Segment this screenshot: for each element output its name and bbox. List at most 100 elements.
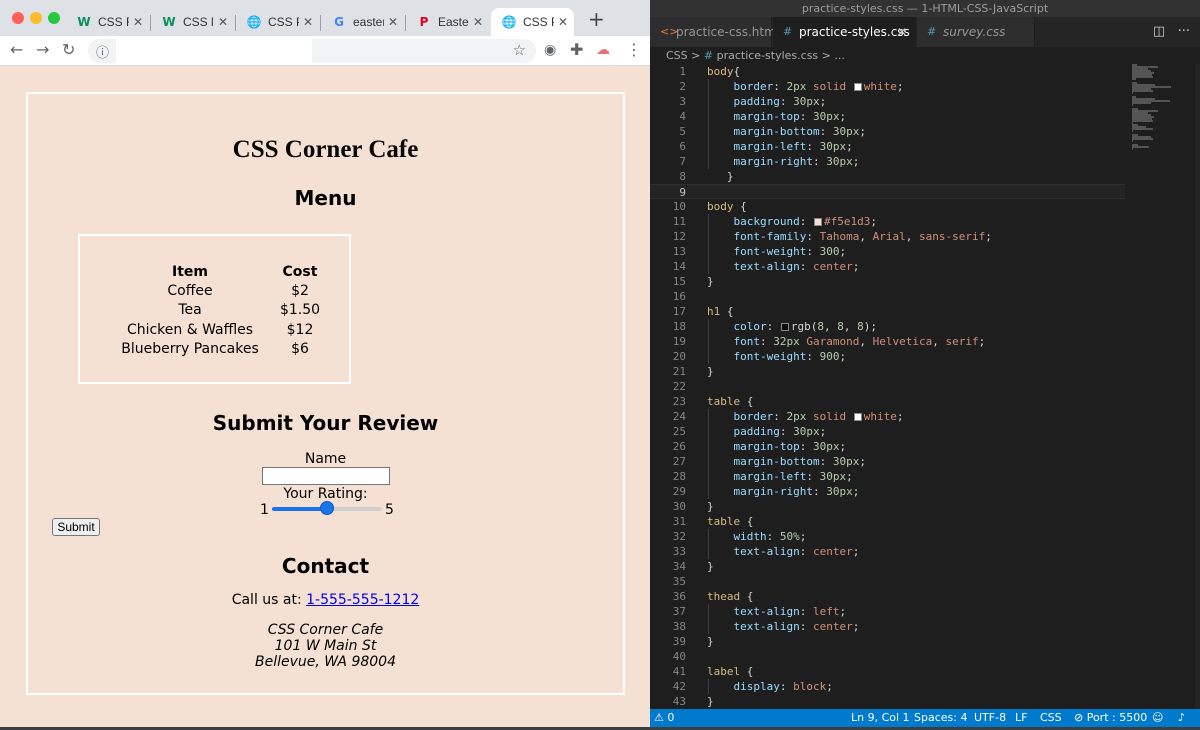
problems-indicator[interactable]: ⚠ 0 xyxy=(654,709,674,727)
editor-scrollbar[interactable] xyxy=(1195,64,1200,709)
code-line[interactable]: 25 padding: 30px; xyxy=(650,424,1125,439)
code-line[interactable]: 22 xyxy=(650,379,1125,394)
more-menu-icon[interactable]: ⋮ xyxy=(626,41,642,59)
close-tab-icon[interactable]: ✕ xyxy=(897,17,907,47)
indentation[interactable]: Spaces: 4 xyxy=(914,709,967,727)
code-editor[interactable]: 1 body{2 border: 2px solid white; 3 paddin… xyxy=(650,64,1200,709)
code-line[interactable]: 30} xyxy=(650,499,1125,514)
code-line[interactable]: 29 margin-right: 30px; xyxy=(650,484,1125,499)
code-line[interactable]: 4 margin-top: 30px; xyxy=(650,109,1125,124)
browser-tab[interactable]: Geaster ✕ xyxy=(321,8,404,36)
code-line[interactable]: 2 border: 2px solid white; xyxy=(650,79,1125,94)
code-line[interactable]: 19 font: 32px Garamond, Helvetica, serif… xyxy=(650,334,1125,349)
forward-icon[interactable]: → xyxy=(36,41,49,59)
code-line[interactable]: 32 width: 50%; xyxy=(650,529,1125,544)
address-bar[interactable]: ⓘ ☆ xyxy=(88,39,536,63)
code-line[interactable]: 9 xyxy=(650,184,1125,199)
editor-tab[interactable]: # survey.css xyxy=(917,17,1035,47)
reload-icon[interactable]: ↻ xyxy=(62,41,75,59)
code-line[interactable]: 12 font-family: Tahoma, Arial, sans-seri… xyxy=(650,229,1125,244)
code-line[interactable]: 43} xyxy=(650,694,1125,709)
code-line[interactable]: 38 text-align: center; xyxy=(650,619,1125,634)
close-tab-icon[interactable]: ✕ xyxy=(558,15,568,29)
new-tab-button[interactable]: + xyxy=(588,8,605,30)
notifications-bell-icon[interactable]: ♪ xyxy=(1178,709,1185,727)
close-tab-icon[interactable]: ✕ xyxy=(388,15,398,29)
color-swatch-icon[interactable] xyxy=(853,83,862,91)
url-field[interactable] xyxy=(116,39,312,63)
code-line[interactable]: 11 background: #f5e1d3; xyxy=(650,214,1125,229)
code-line[interactable]: 26 margin-top: 30px; xyxy=(650,439,1125,454)
editor-tab[interactable]: # practice-styles.css ✕ xyxy=(773,17,916,47)
close-tab-icon[interactable]: ✕ xyxy=(303,15,313,29)
camera-icon[interactable]: ◉ xyxy=(544,41,556,59)
code-line[interactable]: 10 body { xyxy=(650,199,1125,214)
more-actions-icon[interactable]: ··· xyxy=(1178,24,1190,39)
extensions-puzzle-icon[interactable]: ✚ xyxy=(570,41,583,59)
split-editor-icon[interactable]: ◫ xyxy=(1153,24,1165,39)
close-window-button[interactable] xyxy=(12,12,24,24)
code-line[interactable]: 18 color: rgb(8, 8, 8); xyxy=(650,319,1125,334)
code-line[interactable]: 31 table { xyxy=(650,514,1125,529)
code-line[interactable]: 39} xyxy=(650,634,1125,649)
minimap[interactable] xyxy=(1130,64,1180,154)
feedback-icon[interactable]: ☺ xyxy=(1152,709,1163,727)
back-icon[interactable]: ← xyxy=(10,41,23,59)
code-line[interactable]: 17 h1 { xyxy=(650,304,1125,319)
code-line[interactable]: 28 margin-left: 30px; xyxy=(650,469,1125,484)
slider-thumb[interactable] xyxy=(320,501,334,515)
live-server-port[interactable]: ⊘ Port : 5500 xyxy=(1074,709,1147,727)
code-line[interactable]: 23 table { xyxy=(650,394,1125,409)
code-line[interactable]: 20 font-weight: 900; xyxy=(650,349,1125,364)
code-line[interactable]: 33 text-align: center; xyxy=(650,544,1125,559)
submit-button[interactable]: Submit xyxy=(52,518,100,536)
browser-tab[interactable]: 🌐 CSS P ✕ xyxy=(236,8,319,36)
code-line[interactable]: 13 font-weight: 300; xyxy=(650,244,1125,259)
code-line[interactable]: 3 padding: 30px; xyxy=(650,94,1125,109)
bookmark-star-icon[interactable]: ☆ xyxy=(513,41,526,59)
code-line[interactable]: 14 text-align: center; xyxy=(650,259,1125,274)
breadcrumb-folder[interactable]: CSS xyxy=(666,49,688,62)
code-line[interactable]: 41 label { xyxy=(650,664,1125,679)
code-line[interactable]: 40 xyxy=(650,649,1125,664)
encoding[interactable]: UTF-8 xyxy=(974,709,1006,727)
code-line[interactable]: 42 display: block; xyxy=(650,679,1125,694)
editor-tab[interactable]: <> practice-css.html xyxy=(650,17,779,47)
color-swatch-icon[interactable] xyxy=(780,323,789,331)
close-tab-icon[interactable]: ✕ xyxy=(218,15,228,29)
code-line[interactable]: 27 margin-bottom: 30px; xyxy=(650,454,1125,469)
phone-link[interactable]: 1-555-555-1212 xyxy=(306,592,419,608)
browser-tab[interactable]: P Easter ✕ xyxy=(406,8,489,36)
code-line[interactable]: 15} xyxy=(650,274,1125,289)
minimize-window-button[interactable] xyxy=(30,12,42,24)
close-tab-icon[interactable]: ✕ xyxy=(133,15,143,29)
code-line[interactable]: 7 margin-right: 30px; xyxy=(650,154,1125,169)
name-field[interactable] xyxy=(262,467,390,485)
browser-tab[interactable]: 🌐 CSS P ✕ xyxy=(491,8,574,36)
cursor-position[interactable]: Ln 9, Col 1 xyxy=(851,709,910,727)
browser-tab[interactable]: W CSS le ✕ xyxy=(151,8,234,36)
site-info-icon[interactable]: ⓘ xyxy=(96,42,109,61)
line-endings[interactable]: LF xyxy=(1015,709,1027,727)
code-line[interactable]: 24 border: 2px solid white; xyxy=(650,409,1125,424)
code-line[interactable]: 34} xyxy=(650,559,1125,574)
breadcrumb-more[interactable]: > ... xyxy=(822,49,845,62)
browser-tab[interactable]: W CSS Fo ✕ xyxy=(66,8,149,36)
code-line[interactable]: 21} xyxy=(650,364,1125,379)
code-line[interactable]: 16 xyxy=(650,289,1125,304)
color-swatch-icon[interactable] xyxy=(853,413,862,421)
code-line[interactable]: 5 margin-bottom: 30px; xyxy=(650,124,1125,139)
code-line[interactable]: 8 } xyxy=(650,169,1125,184)
code-line[interactable]: 1 body{ xyxy=(650,64,1125,79)
code-line[interactable]: 36 thead { xyxy=(650,589,1125,604)
color-swatch-icon[interactable] xyxy=(813,218,822,226)
code-line[interactable]: 37 text-align: left; xyxy=(650,604,1125,619)
close-tab-icon[interactable]: ✕ xyxy=(473,15,483,29)
breadcrumb-file[interactable]: practice-styles.css xyxy=(717,49,819,62)
code-line[interactable]: 35 xyxy=(650,574,1125,589)
language-mode[interactable]: CSS xyxy=(1040,709,1062,727)
rating-slider[interactable] xyxy=(272,501,382,517)
code-line[interactable]: 6 margin-left: 30px; xyxy=(650,139,1125,154)
extension-icon[interactable]: ☁ xyxy=(596,41,610,59)
maximize-window-button[interactable] xyxy=(48,12,60,24)
